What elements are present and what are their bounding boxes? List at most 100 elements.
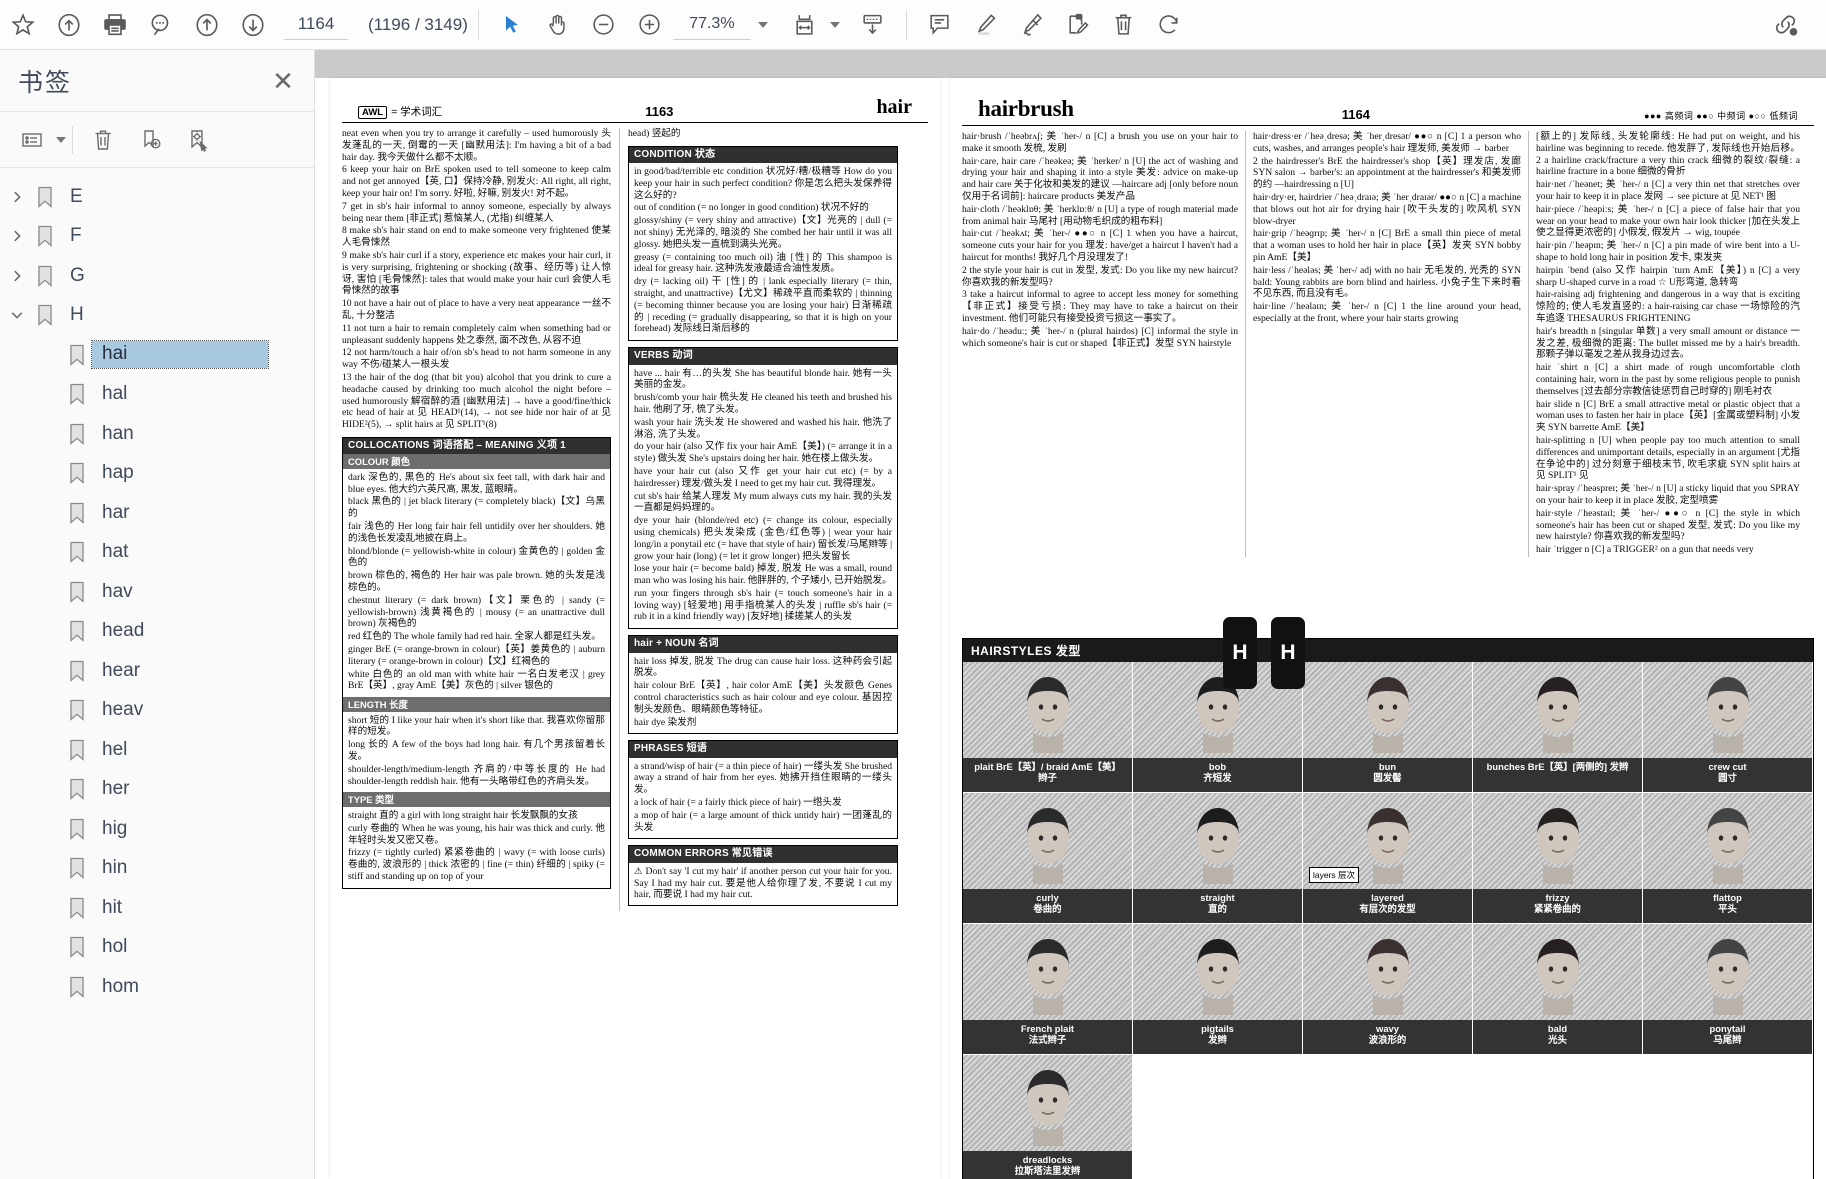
entry-text: 3 take a haircut informal to agree to ac… (962, 289, 1238, 324)
collocations-colour-body: dark 深色的, 黑色的 He's about six feet tall, … (343, 469, 610, 697)
hairstyle-photo (963, 793, 1132, 889)
hairstyle-caption: wavy 波浪形的 (1303, 1020, 1472, 1054)
hairstyle-caption: bald 光头 (1473, 1020, 1642, 1054)
hairstyle-label-cn: 紧紧卷曲的 (1534, 903, 1581, 915)
entry-text: brush/comb your hair 梳头发 He cleaned his … (634, 392, 892, 415)
bookmark-icon (62, 897, 92, 919)
hairstyle-photo (963, 1055, 1132, 1151)
zoom-level-input[interactable] (672, 9, 751, 40)
bookmark-item-hai[interactable]: hai (0, 335, 300, 375)
entry-text: lose your hair (= become bald) 掉发, 脱发 He… (634, 563, 892, 587)
select-tool-icon[interactable] (489, 4, 535, 46)
bookmark-item-hal[interactable]: hal (0, 375, 300, 415)
page-1164[interactable]: hairbrush 1164 ●●● 高频词 ●●○ 中频词 ●○○ 低频词 h… (950, 78, 1826, 1179)
bookmark-item-hom[interactable]: hom (0, 967, 300, 1007)
hairstyle-cell: bun 圆发髻 (1303, 662, 1473, 793)
highlight-icon[interactable] (963, 4, 1009, 46)
chevron-right-icon[interactable] (4, 263, 30, 289)
bookmark-item-hol[interactable]: hol (0, 928, 300, 968)
entry-text: greasy (= containing too much oil) 油 [性]… (634, 251, 892, 275)
locate-bookmark-icon[interactable] (175, 118, 223, 162)
zoom-dropdown-caret[interactable] (757, 21, 768, 28)
collocations-colour-subtitle: COLOUR 颜色 (343, 454, 610, 469)
bookmark-item-han[interactable]: han (0, 414, 300, 454)
left-col-1: neat even when you try to arrange it car… (342, 128, 620, 912)
chevron-down-icon[interactable] (4, 302, 30, 328)
thumb-index-tab-left[interactable]: H (1223, 617, 1257, 689)
bookmark-icon (62, 857, 92, 880)
bookmark-item-hat[interactable]: hat (0, 533, 300, 573)
bookmark-item-label: har (102, 501, 130, 523)
rotate-icon[interactable] (1147, 4, 1193, 46)
fit-dropdown-caret[interactable] (829, 21, 840, 28)
bookmark-icon (62, 541, 92, 564)
entry-text: short 短的 I like your hair when it's shor… (348, 714, 605, 738)
close-icon[interactable]: ✕ (268, 66, 298, 96)
hairstyle-caption: dreadlocks 拉斯塔法里发辫 (963, 1151, 1132, 1179)
bookmark-item-hear[interactable]: hear (0, 651, 300, 691)
hairstyle-cell: wavy 波浪形的 (1303, 924, 1473, 1055)
entry-text: hairpin ˈbend (also 又作 hairpin ˈturn AmE… (1536, 264, 1800, 288)
scroll-mode-icon[interactable] (850, 4, 896, 46)
bookmark-icon (30, 304, 60, 327)
list-options-icon[interactable] (8, 118, 56, 162)
thumb-index-tab-right[interactable]: H (1271, 617, 1305, 689)
bookmark-item-heav[interactable]: heav (0, 691, 300, 731)
bookmark-item-label: hom (102, 975, 139, 997)
bookmark-item-hit[interactable]: hit (0, 888, 300, 928)
bookmark-item-hin[interactable]: hin (0, 849, 300, 889)
phrases-title: PHRASES 短语 (629, 741, 897, 758)
add-bookmark-icon[interactable] (127, 118, 175, 162)
toolbar: (1196 / 3149) (0, 0, 1826, 50)
zoom-in-icon[interactable] (627, 4, 673, 46)
link-icon[interactable] (1762, 4, 1808, 46)
bookmark-item-hel[interactable]: hel (0, 730, 300, 770)
bookmark-item-G[interactable]: G (0, 256, 300, 296)
bookmark-item-hig[interactable]: hig (0, 809, 300, 849)
verbs-body: have ... hair 有…的头发 She has beautiful bl… (629, 365, 897, 629)
previous-page-icon[interactable] (184, 4, 230, 46)
bookmark-item-head[interactable]: head (0, 612, 300, 652)
condition-body: in good/bad/terrible etc condition 状况好/糟… (629, 163, 897, 340)
entry-text: neat even when you try to arrange it car… (342, 128, 611, 163)
print-icon[interactable] (92, 4, 138, 46)
cloud-upload-icon[interactable] (46, 4, 92, 46)
bookmark-item-hap[interactable]: hap (0, 454, 300, 494)
next-page-icon[interactable] (230, 4, 276, 46)
fit-width-icon[interactable] (782, 4, 828, 46)
delete-bookmark-icon[interactable] (79, 118, 127, 162)
chevron-right-icon[interactable] (4, 223, 30, 249)
bookmark-item-F[interactable]: F (0, 217, 300, 257)
hairstyle-label-cn: 波浪形的 (1368, 1034, 1407, 1046)
bookmark-item-hav[interactable]: hav (0, 572, 300, 612)
bookmark-item-label: hig (102, 817, 128, 839)
bookmark-item-E[interactable]: E (0, 177, 300, 217)
page-1163[interactable]: AWL = 学术词汇 1163 hair neat even when you … (330, 78, 940, 1179)
bookmark-item-har[interactable]: har (0, 493, 300, 533)
hairstyle-cell: layers 层次 layered 有层次的发型 (1303, 793, 1473, 924)
bookmark-tree[interactable]: E F G Hhai hal han hap har hat hav head hear heav hel… (0, 169, 300, 1179)
stamp-edit-icon[interactable] (1055, 4, 1101, 46)
document-viewer[interactable]: AWL = 学术词汇 1163 hair neat even when you … (315, 50, 1826, 1179)
bookmark-item-her[interactable]: her (0, 770, 300, 810)
entry-text: hair·line /ˈheəlaɪn; 美 ˈher-/ n [C] 1 th… (1253, 301, 1521, 324)
bookmark-item-H[interactable]: H (0, 296, 300, 336)
comment-icon[interactable] (917, 4, 963, 46)
entry-text: hair·do /ˈheəduː; 美 ˈher-/ n (plural hai… (962, 325, 1238, 349)
hairstyle-label-cn: 法式辫子 (1028, 1034, 1067, 1046)
list-options-caret[interactable] (56, 136, 66, 143)
page-total-label: (1196 / 3149) (368, 14, 468, 34)
collocations-type-body: straight 直的 a girl with long straight ha… (343, 807, 610, 888)
entry-text: hair colour BrE【英】, hair color AmE【美】头发颜… (634, 680, 892, 715)
search-icon[interactable] (138, 4, 184, 46)
ink-pen-icon[interactable] (1009, 4, 1055, 46)
entry-text: 2 the style your hair is cut in 发型, 发式: … (962, 264, 1238, 288)
delete-icon[interactable] (1101, 4, 1147, 46)
hairstyle-label-cn: 马尾辫 (1713, 1034, 1742, 1046)
hand-tool-icon[interactable] (535, 4, 581, 46)
zoom-out-icon[interactable] (581, 4, 627, 46)
bookmark-star-icon[interactable] (0, 4, 46, 46)
right-col-1: hair·brush /ˈheəbrʌʃ; 美 ˈher-/ n [C] a b… (962, 131, 1245, 557)
chevron-right-icon[interactable] (4, 184, 30, 210)
page-number-input[interactable] (284, 9, 348, 40)
